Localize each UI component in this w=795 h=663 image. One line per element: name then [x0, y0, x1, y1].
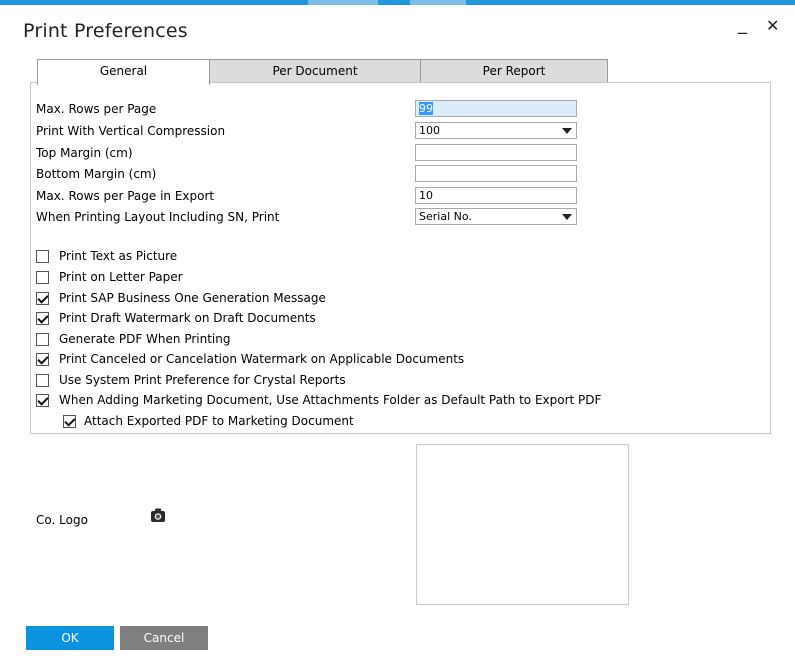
tab-general[interactable]: General: [37, 59, 210, 85]
tab-per-document[interactable]: Per Document: [209, 59, 421, 83]
checkbox-box[interactable]: [36, 332, 49, 346]
checkbox-label: Use System Print Preference for Crystal …: [59, 373, 346, 387]
max-rows-export-input[interactable]: 10: [415, 187, 577, 204]
top-margin-input[interactable]: [415, 144, 577, 161]
checkbox-label: When Adding Marketing Document, Use Atta…: [59, 393, 602, 407]
checkbox-print-canceled-watermark[interactable]: Print Canceled or Cancelation Watermark …: [36, 351, 464, 367]
checkbox-attachments-folder-default[interactable]: When Adding Marketing Document, Use Atta…: [36, 392, 601, 408]
checkbox-print-text-as-picture[interactable]: Print Text as Picture: [36, 248, 177, 264]
vertical-compression-select[interactable]: 100: [415, 122, 577, 139]
checkbox-label: Print Draft Watermark on Draft Documents: [59, 311, 316, 325]
checkbox-box-checked[interactable]: [36, 352, 49, 366]
checkbox-label: Print Canceled or Cancelation Watermark …: [59, 352, 465, 366]
max-rows-value: 99: [419, 102, 433, 115]
sn-print-label: When Printing Layout Including SN, Print: [36, 210, 280, 224]
checkbox-box-checked[interactable]: [36, 291, 49, 305]
checkbox-box[interactable]: [36, 270, 49, 284]
ok-button[interactable]: OK: [26, 626, 114, 650]
checkbox-attach-exported-pdf[interactable]: Attach Exported PDF to Marketing Documen…: [63, 413, 354, 429]
checkbox-label: Generate PDF When Printing: [59, 332, 231, 346]
max-rows-label: Max. Rows per Page: [36, 102, 157, 116]
close-button[interactable]: ✕: [766, 16, 779, 35]
bottom-margin-input[interactable]: [415, 165, 577, 182]
checkbox-system-print-preference[interactable]: Use System Print Preference for Crystal …: [36, 372, 346, 388]
checkbox-label: Print SAP Business One Generation Messag…: [59, 291, 326, 305]
checkbox-label: Print on Letter Paper: [59, 270, 183, 284]
sn-print-value: Serial No.: [419, 210, 472, 223]
vertical-compression-value: 100: [419, 124, 440, 137]
dropdown-arrow-icon: [562, 128, 572, 134]
cancel-button[interactable]: Cancel: [120, 626, 208, 650]
camera-icon[interactable]: [150, 507, 166, 523]
tab-per-report[interactable]: Per Report: [420, 59, 608, 83]
checkbox-box[interactable]: [36, 249, 49, 263]
checkbox-box[interactable]: [36, 373, 49, 387]
max-rows-export-value: 10: [419, 189, 433, 202]
checkbox-box-checked[interactable]: [63, 414, 76, 428]
tab-general-label: General: [99, 64, 148, 78]
checkbox-generate-pdf[interactable]: Generate PDF When Printing: [36, 331, 231, 347]
bottom-margin-label: Bottom Margin (cm): [36, 167, 157, 181]
logo-image-area[interactable]: [416, 444, 629, 605]
checkbox-box-checked[interactable]: [36, 311, 49, 325]
minimize-button[interactable]: _: [738, 14, 747, 35]
dropdown-arrow-icon: [562, 214, 572, 220]
checkbox-print-on-letter-paper[interactable]: Print on Letter Paper: [36, 269, 183, 285]
tab-per-report-label: Per Report: [482, 64, 546, 78]
checkbox-print-generation-message[interactable]: Print SAP Business One Generation Messag…: [36, 290, 326, 306]
tab-per-document-label: Per Document: [272, 64, 358, 78]
checkbox-print-draft-watermark[interactable]: Print Draft Watermark on Draft Documents: [36, 310, 316, 326]
window-top-accent-bar: [0, 0, 795, 5]
co-logo-label: Co. Logo: [36, 513, 88, 527]
max-rows-export-label: Max. Rows per Page in Export: [36, 189, 215, 203]
vertical-compression-label: Print With Vertical Compression: [36, 124, 226, 138]
sn-print-select[interactable]: Serial No.: [415, 208, 577, 225]
top-accent-segment: [308, 0, 378, 5]
top-accent-segment: [410, 0, 466, 5]
window-title: Print Preferences: [23, 20, 188, 42]
checkbox-label: Print Text as Picture: [59, 249, 178, 263]
checkbox-label: Attach Exported PDF to Marketing Documen…: [84, 414, 354, 428]
top-margin-label: Top Margin (cm): [36, 146, 133, 160]
max-rows-input[interactable]: 99: [415, 100, 577, 117]
checkbox-box-checked[interactable]: [36, 393, 49, 407]
